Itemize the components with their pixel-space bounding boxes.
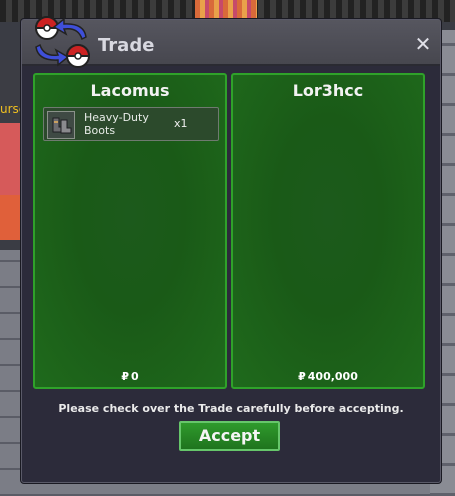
- item-name: Heavy-Duty Boots: [84, 111, 149, 137]
- right-player-name: Lor3hcc: [292, 81, 364, 100]
- background-flowerbed: [195, 0, 257, 20]
- currency-icon: ₽: [298, 370, 306, 383]
- currency-icon: ₽: [121, 370, 129, 383]
- window-title: Trade: [98, 35, 155, 56]
- trade-item-slot[interactable]: Heavy-Duty Boots x1: [43, 107, 219, 141]
- close-button[interactable]: ✕: [414, 32, 432, 56]
- trade-window: Trade ✕ Lacomus Heavy-Duty Boots x1 ₽ 0 …: [21, 16, 441, 483]
- left-trade-panel: Lacomus Heavy-Duty Boots x1 ₽0: [33, 73, 227, 389]
- close-icon: ✕: [414, 32, 432, 56]
- left-money: ₽0: [35, 370, 225, 383]
- item-quantity: x1: [174, 117, 188, 130]
- right-trade-panel: Lor3hcc ₽400,000: [231, 73, 425, 389]
- pokeball-icon: [65, 44, 91, 68]
- left-money-value: 0: [131, 370, 139, 383]
- accept-button[interactable]: Accept: [179, 421, 280, 451]
- trade-icon: [34, 16, 91, 68]
- boots-icon: [47, 111, 75, 139]
- left-player-name: Lacomus: [90, 81, 170, 100]
- trade-warning-note: Please check over the Trade carefully be…: [58, 402, 404, 415]
- right-money-value: 400,000: [307, 370, 358, 383]
- right-money: ₽400,000: [233, 370, 423, 383]
